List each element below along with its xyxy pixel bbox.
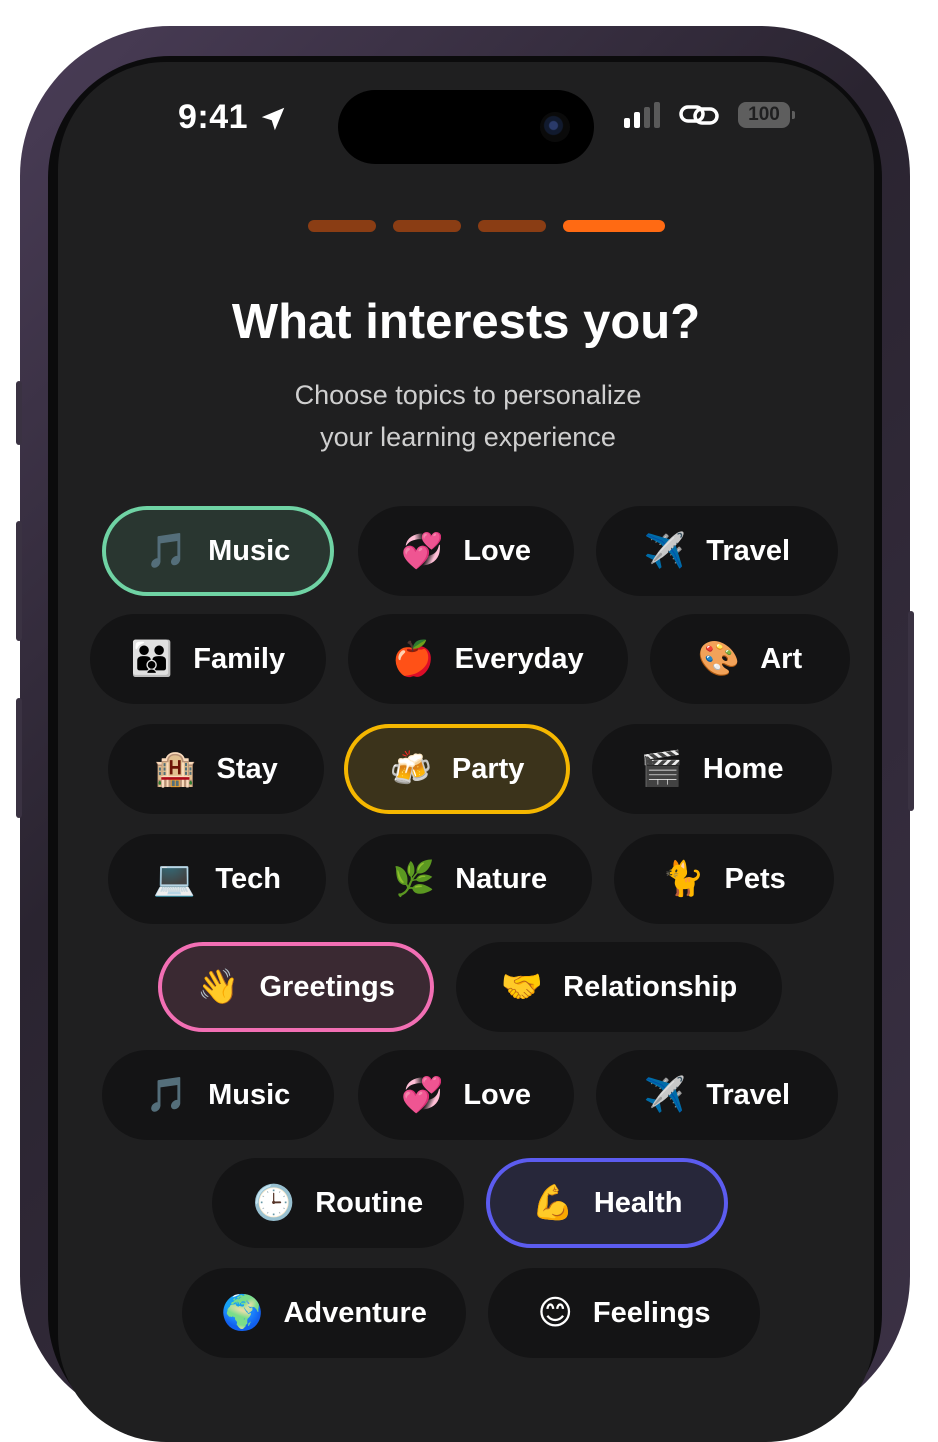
- topic-chip-label: Adventure: [283, 1296, 427, 1329]
- topic-chip-love-2[interactable]: 💞 Love: [358, 1050, 574, 1140]
- status-time: 9:41: [178, 98, 249, 136]
- topic-chip-stay[interactable]: 🏨 Stay: [108, 724, 324, 814]
- hotel-icon: 🏨: [154, 749, 197, 789]
- action-button: [16, 381, 22, 445]
- family-icon: 👪: [130, 639, 174, 679]
- music-note-icon: 🎵: [145, 1075, 189, 1115]
- topic-chip-label: Family: [193, 642, 286, 675]
- handshake-icon: 🤝: [500, 967, 544, 1007]
- topic-chip-label: Music: [208, 534, 291, 567]
- beer-mugs-icon: 🍻: [389, 749, 432, 789]
- topic-chip-label: Health: [593, 1186, 683, 1219]
- topic-chip-label: Art: [760, 642, 803, 675]
- topic-chip-party[interactable]: 🍻 Party: [344, 724, 570, 814]
- topic-chip-label: Stay: [216, 752, 278, 785]
- topic-chip-pets[interactable]: 🐈 Pets: [614, 834, 834, 924]
- topic-chip-home[interactable]: 🎬 Home: [592, 724, 832, 814]
- battery-indicator: 100: [738, 102, 795, 128]
- airplane-icon: ✈️: [643, 531, 687, 571]
- topic-chip-label: Pets: [724, 862, 786, 895]
- globe-icon: 🌍: [221, 1293, 264, 1333]
- volume-down-button: [16, 698, 22, 818]
- clapper-board-icon: 🎬: [640, 749, 683, 789]
- topic-chip-health[interactable]: 💪 Health: [486, 1158, 728, 1248]
- progress-step-3: [478, 220, 546, 232]
- smiling-face-icon: 😊: [537, 1293, 573, 1333]
- topic-chip-label: Everyday: [454, 642, 584, 675]
- dynamic-island: [338, 90, 594, 164]
- front-camera-icon: [540, 112, 570, 142]
- topic-chip-travel[interactable]: ✈️ Travel: [596, 506, 838, 596]
- topic-chip-label: Tech: [215, 862, 281, 895]
- progress-step-1: [308, 220, 376, 232]
- topic-chip-music-2[interactable]: 🎵 Music: [102, 1050, 334, 1140]
- palette-icon: 🎨: [697, 639, 741, 679]
- topic-chip-label: Routine: [315, 1186, 424, 1219]
- herb-icon: 🌿: [392, 859, 436, 899]
- clock-icon: 🕒: [252, 1183, 296, 1223]
- onboarding-progress: [308, 220, 665, 232]
- topic-chip-label: Greetings: [259, 970, 395, 1003]
- status-indicators: 100: [624, 102, 795, 128]
- music-note-icon: 🎵: [145, 531, 189, 571]
- cat-icon: 🐈: [662, 859, 705, 899]
- topic-chip-label: Travel: [706, 1078, 791, 1111]
- topic-chip-label: Travel: [706, 534, 791, 567]
- topic-chip-music[interactable]: 🎵 Music: [102, 506, 334, 596]
- topic-chip-everyday[interactable]: 🍎 Everyday: [348, 614, 628, 704]
- topic-chip-family[interactable]: 👪 Family: [90, 614, 326, 704]
- topic-chip-nature[interactable]: 🌿 Nature: [348, 834, 592, 924]
- topic-chip-label: Feelings: [592, 1296, 711, 1329]
- topic-chip-label: Love: [463, 1078, 532, 1111]
- progress-step-4: [563, 220, 665, 232]
- topic-chip-label: Music: [208, 1078, 291, 1111]
- topic-chip-greetings[interactable]: 👋 Greetings: [158, 942, 434, 1032]
- topic-chip-tech[interactable]: 💻 Tech: [108, 834, 326, 924]
- topic-chip-relationship[interactable]: 🤝 Relationship: [456, 942, 782, 1032]
- cellular-signal-icon: [624, 102, 660, 128]
- topic-chip-adventure[interactable]: 🌍 Adventure: [182, 1268, 466, 1358]
- topic-chip-label: Nature: [455, 862, 548, 895]
- subtitle-line-1: Choose topics to personalize: [294, 380, 642, 410]
- topic-chip-label: Home: [702, 752, 784, 785]
- topic-chip-feelings[interactable]: 😊 Feelings: [488, 1268, 760, 1358]
- topic-chip-travel-2[interactable]: ✈️ Travel: [596, 1050, 838, 1140]
- volume-up-button: [16, 521, 22, 641]
- subtitle-line-2: your learning experience: [320, 422, 616, 452]
- airplane-icon: ✈️: [643, 1075, 687, 1115]
- location-arrow-icon: [261, 107, 285, 131]
- topic-chip-label: Party: [451, 752, 525, 785]
- apple-icon: 🍎: [392, 639, 435, 679]
- hearts-icon: 💞: [400, 531, 444, 571]
- topic-chip-love[interactable]: 💞 Love: [358, 506, 574, 596]
- page-title: What interests you?: [231, 295, 701, 349]
- waving-hand-icon: 👋: [197, 967, 240, 1007]
- topic-chip-label: Relationship: [563, 970, 738, 1003]
- progress-step-2: [393, 220, 461, 232]
- link-icon: [679, 105, 719, 125]
- flexed-biceps-icon: 💪: [531, 1183, 574, 1223]
- page-subtitle: Choose topics to personalize your learni…: [208, 374, 728, 458]
- power-button: [908, 611, 914, 811]
- hearts-icon: 💞: [400, 1075, 444, 1115]
- topic-chip-art[interactable]: 🎨 Art: [650, 614, 850, 704]
- app-screen: 9:41 100 What interests you? Choose topi…: [58, 62, 874, 1442]
- laptop-icon: 💻: [153, 859, 196, 899]
- topic-chip-label: Love: [463, 534, 532, 567]
- topic-chip-routine[interactable]: 🕒 Routine: [212, 1158, 464, 1248]
